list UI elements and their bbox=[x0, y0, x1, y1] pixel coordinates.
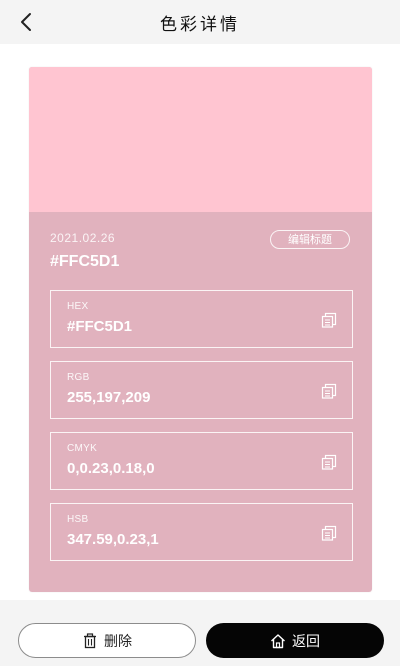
hsb-value: 347.59,0.23,1 bbox=[67, 531, 159, 548]
page-title: 色彩详情 bbox=[160, 15, 240, 35]
copy-icon bbox=[321, 312, 337, 328]
delete-button[interactable]: 删除 bbox=[18, 623, 196, 658]
copy-icon bbox=[321, 454, 337, 470]
hex-value: #FFC5D1 bbox=[67, 318, 133, 335]
copy-rgb-button[interactable] bbox=[320, 382, 338, 400]
color-swatch bbox=[29, 67, 372, 212]
cmyk-value-box: CMYK 0,0.23,0.18,0 bbox=[50, 432, 353, 490]
hex-label: HEX bbox=[67, 301, 89, 312]
copy-icon bbox=[321, 383, 337, 399]
hsb-label: HSB bbox=[67, 514, 89, 525]
cmyk-value: 0,0.23,0.18,0 bbox=[67, 460, 155, 477]
color-title: #FFC5D1 bbox=[50, 253, 120, 270]
footer-bar: 删除 返回 bbox=[0, 600, 400, 666]
copy-icon bbox=[321, 525, 337, 541]
copy-hsb-button[interactable] bbox=[320, 524, 338, 542]
copy-hex-button[interactable] bbox=[320, 311, 338, 329]
trash-icon bbox=[84, 632, 96, 648]
delete-label: 删除 bbox=[104, 633, 132, 650]
rgb-value-box: RGB 255,197,209 bbox=[50, 361, 353, 419]
return-label: 返回 bbox=[292, 633, 320, 650]
home-icon bbox=[271, 633, 285, 648]
date-label: 2021.02.26 bbox=[50, 231, 116, 245]
edit-title-button[interactable]: 编辑标题 bbox=[270, 230, 350, 249]
rgb-value: 255,197,209 bbox=[67, 389, 151, 406]
cmyk-label: CMYK bbox=[67, 443, 98, 454]
color-card: 2021.02.26 编辑标题 #FFC5D1 HEX #FFC5D1 RGB … bbox=[29, 67, 372, 592]
hsb-value-box: HSB 347.59,0.23,1 bbox=[50, 503, 353, 561]
header-bar: 色彩详情 bbox=[0, 0, 400, 44]
hex-value-box: HEX #FFC5D1 bbox=[50, 290, 353, 348]
copy-cmyk-button[interactable] bbox=[320, 453, 338, 471]
return-button[interactable]: 返回 bbox=[206, 623, 384, 658]
rgb-label: RGB bbox=[67, 372, 90, 383]
